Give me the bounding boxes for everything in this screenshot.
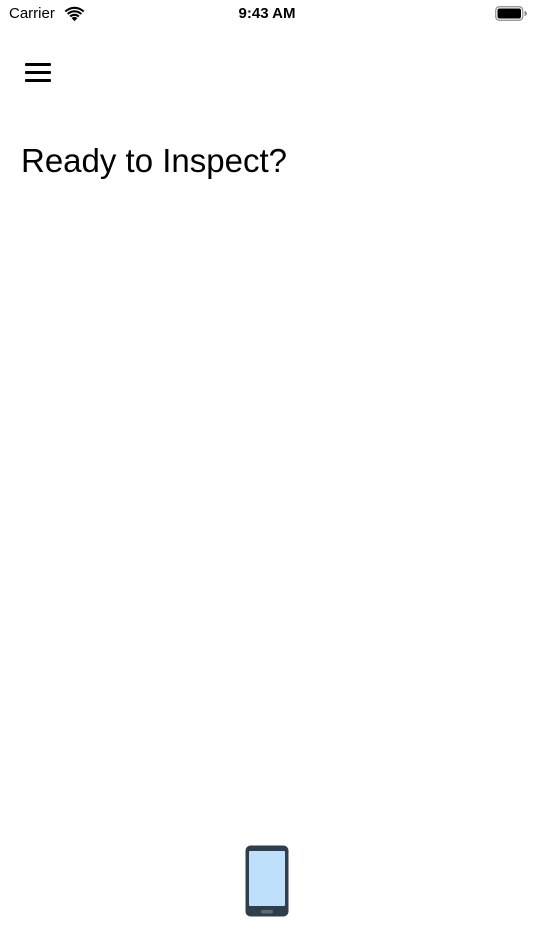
menu-button[interactable] (20, 56, 56, 90)
mobile-phone-icon[interactable] (245, 845, 289, 917)
status-time: 9:43 AM (238, 5, 296, 22)
battery-icon (495, 6, 527, 21)
status-bar: Carrier 9:43 AM (0, 0, 534, 28)
page-title: Ready to Inspect? (21, 142, 287, 179)
